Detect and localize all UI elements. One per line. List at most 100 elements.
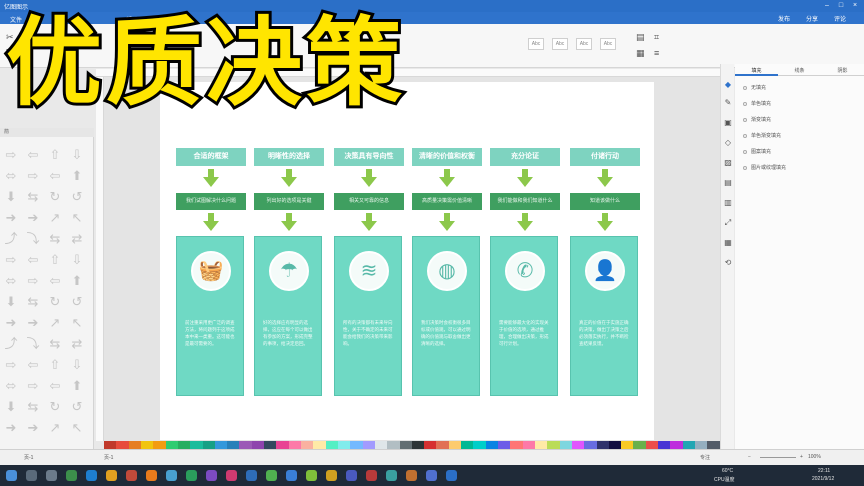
column-card[interactable]: ◍ 我们决策时会权衡很多目标或价值观，可以通过明确的价值观与取舍做出更清晰的选择。	[412, 236, 480, 396]
arrow-shape-icon[interactable]: ⇩	[70, 253, 84, 267]
radio-icon[interactable]	[743, 101, 747, 106]
color-swatch[interactable]	[214, 441, 228, 449]
color-swatch[interactable]	[374, 441, 388, 449]
color-swatch[interactable]	[584, 441, 597, 449]
color-swatch[interactable]	[473, 441, 486, 449]
column-card[interactable]: 🧺 前注重采用更广泛的调查方法，将问题列于这项成本中来一类重。这可能也是最可需要的…	[176, 236, 244, 396]
color-swatch[interactable]	[645, 441, 659, 449]
arrow-shape-icon[interactable]: ⤵	[26, 337, 40, 351]
fill-option[interactable]: 图片或纹理填充	[743, 164, 786, 171]
color-swatch[interactable]	[707, 441, 720, 449]
arrow-shape-icon[interactable]: ⇨	[26, 379, 40, 393]
app-icon-15[interactable]	[366, 470, 377, 481]
comment-button[interactable]: 评论	[834, 14, 846, 23]
color-swatch[interactable]	[448, 441, 462, 449]
app-icon-4[interactable]	[146, 470, 157, 481]
app-icon-11[interactable]	[286, 470, 297, 481]
fill-option[interactable]: 单色填充	[743, 100, 771, 107]
app-icon-8[interactable]	[226, 470, 237, 481]
fill-icon[interactable]: ◆	[723, 80, 733, 90]
arrow-shape-icon[interactable]: ⬄	[4, 379, 18, 393]
arrow-shape-icon[interactable]: ⇨	[4, 148, 18, 162]
app-icon-17[interactable]	[406, 470, 417, 481]
radio-icon[interactable]	[743, 117, 747, 122]
color-swatch[interactable]	[350, 441, 363, 449]
taskview-icon[interactable]	[46, 470, 57, 481]
arrow-shape-icon[interactable]: ➔	[26, 421, 40, 435]
column-question-box[interactable]: 列出好的选项是关键	[254, 193, 324, 210]
arrow-shape-icon[interactable]: ⇆	[26, 295, 40, 309]
arrow-shape-icon[interactable]: ⇆	[26, 400, 40, 414]
color-swatch[interactable]	[424, 441, 437, 449]
arrow-shape-icon[interactable]: ⬆	[70, 169, 84, 183]
style-button-4[interactable]: Abc	[600, 38, 616, 50]
edge-icon[interactable]	[86, 470, 97, 481]
color-swatch[interactable]	[325, 441, 338, 449]
column-question-box[interactable]: 我们试图解决什么问题	[176, 193, 246, 210]
arrow-shape-icon[interactable]: ⤴	[4, 232, 18, 246]
color-swatch[interactable]	[153, 441, 166, 449]
color-swatch[interactable]	[104, 441, 117, 449]
arrow-shape-icon[interactable]: ⤴	[4, 337, 18, 351]
arrow-shape-icon[interactable]: ⇦	[48, 169, 62, 183]
arrow-shape-icon[interactable]: ⬇	[4, 190, 18, 204]
tab-line[interactable]: 线条	[778, 66, 821, 76]
column-card[interactable]: ☂ 好的选择应有明显的选择，这应在每个可以做出有参加的方案，形成完整的事项，给决定…	[254, 236, 322, 396]
arrow-shape-icon[interactable]: ⇆	[26, 190, 40, 204]
color-swatch[interactable]	[559, 441, 572, 449]
column-question-box[interactable]: 知道该做什么	[570, 193, 640, 210]
color-swatch[interactable]	[202, 441, 215, 449]
arrow-shape-icon[interactable]: ⬇	[4, 295, 18, 309]
zoom-out-icon[interactable]: −	[748, 454, 751, 460]
arrow-shape-icon[interactable]: ⇄	[70, 337, 84, 351]
color-palette[interactable]	[104, 441, 720, 449]
publish-button[interactable]: 发布	[778, 14, 790, 23]
arrow-shape-icon[interactable]: ➜	[4, 421, 18, 435]
arrow-shape-icon[interactable]: ↻	[48, 190, 62, 204]
search-icon[interactable]	[26, 470, 37, 481]
color-swatch[interactable]	[140, 441, 154, 449]
fill-option[interactable]: 单色渐变填充	[743, 132, 781, 139]
edraw-icon[interactable]	[446, 470, 457, 481]
column-title[interactable]: 决策具有导向性	[334, 148, 404, 166]
arrow-shape-icon[interactable]: ⇆	[48, 337, 62, 351]
tab-shadow[interactable]: 阴影	[821, 66, 864, 76]
color-swatch[interactable]	[399, 441, 412, 449]
data-icon[interactable]: ▥	[723, 198, 733, 208]
fill-option[interactable]: 无填充	[743, 84, 766, 91]
format-icon[interactable]: ▤	[636, 32, 645, 43]
crop-icon[interactable]: ⌗	[654, 32, 659, 43]
arrow-shape-icon[interactable]: ➜	[4, 211, 18, 225]
column-title[interactable]: 充分论证	[490, 148, 560, 166]
color-swatch[interactable]	[313, 441, 326, 449]
arrow-shape-icon[interactable]: ↗	[48, 316, 62, 330]
arrow-shape-icon[interactable]: ↻	[48, 400, 62, 414]
color-swatch[interactable]	[534, 441, 548, 449]
arrow-shape-icon[interactable]: ↖	[70, 421, 84, 435]
color-swatch[interactable]	[128, 441, 141, 449]
arrow-shape-icon[interactable]: ↺	[70, 190, 84, 204]
focus-button[interactable]: 专注	[700, 454, 710, 461]
column-title[interactable]: 合适的框架	[176, 148, 246, 166]
radio-icon[interactable]	[743, 149, 747, 154]
arrow-shape-icon[interactable]: ➔	[26, 211, 40, 225]
arrow-shape-icon[interactable]: ⤵	[26, 232, 40, 246]
column-question-box[interactable]: 相关又可靠的信息	[334, 193, 404, 210]
arrow-shape-icon[interactable]: ⇨	[26, 274, 40, 288]
arrow-shape-icon[interactable]: ⇦	[26, 253, 40, 267]
color-swatch[interactable]	[177, 441, 191, 449]
app-icon-13[interactable]	[326, 470, 337, 481]
arrow-shape-icon[interactable]: ⇄	[70, 232, 84, 246]
arrow-shape-icon[interactable]: ➔	[26, 316, 40, 330]
style-button-3[interactable]: Abc	[576, 38, 592, 50]
start-icon[interactable]	[6, 470, 17, 481]
arrow-shape-icon[interactable]: ↗	[48, 421, 62, 435]
color-swatch[interactable]	[461, 441, 474, 449]
app-icon-16[interactable]	[386, 470, 397, 481]
arrow-shape-icon[interactable]: ↺	[70, 295, 84, 309]
color-swatch[interactable]	[337, 441, 351, 449]
arrow-shape-icon[interactable]: ⇨	[4, 253, 18, 267]
page-selector[interactable]: 页-1	[24, 454, 33, 461]
arrow-shape-icon[interactable]: ➜	[4, 316, 18, 330]
arrow-shape-icon[interactable]: ⇩	[70, 358, 84, 372]
